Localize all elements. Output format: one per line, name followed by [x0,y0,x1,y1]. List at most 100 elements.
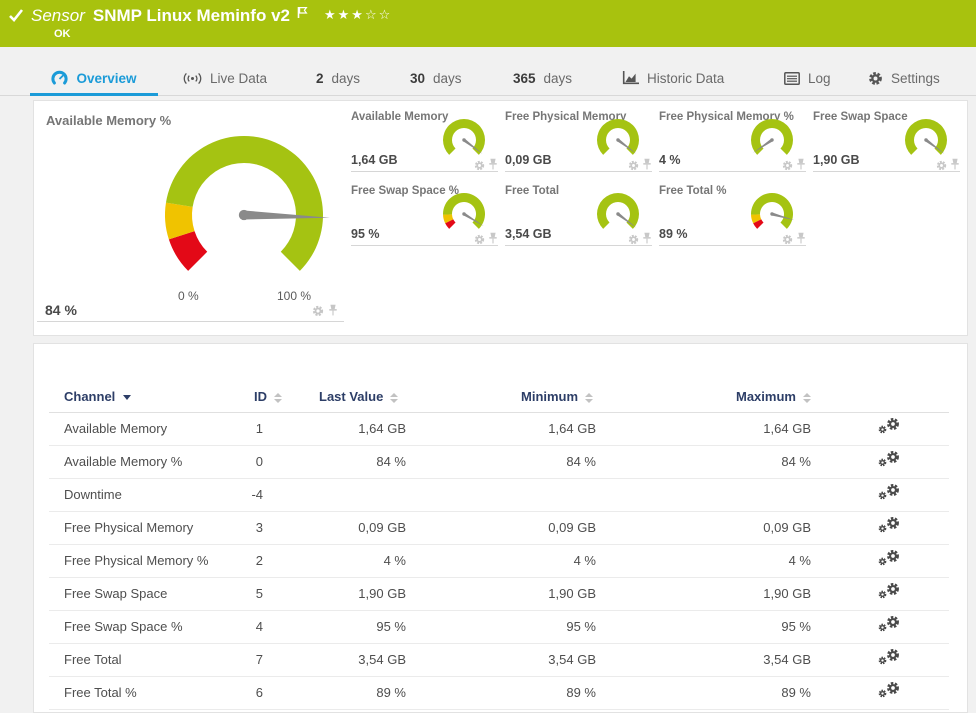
cell-maximum: 1,64 GB [611,412,826,446]
tab-2-days[interactable]: 2 days [316,60,360,96]
cell-last-value: 84 % [291,445,421,479]
gear-icon [878,590,887,599]
gauge-max-label: 100 % [277,289,312,303]
pin-icon [643,232,651,244]
column-header-minimum[interactable]: Minimum [421,382,611,413]
cell-actions [826,676,949,710]
gauge-pin-icon[interactable] [488,158,498,176]
gear-icon [887,616,899,628]
pin-icon [951,158,959,170]
gear-icon [878,491,887,500]
priority-stars[interactable]: ★★★☆☆ [324,8,392,23]
gauge-settings-icon[interactable] [782,232,793,250]
channel-settings-icon[interactable] [878,549,902,569]
column-header-id[interactable]: ID [246,382,291,413]
cell-minimum: 4 % [421,544,611,578]
tab-30-days[interactable]: 30 days [410,60,462,96]
gauge-free-physical-memory: Free Physical Memory 0,09 GB [505,111,652,172]
gauge-pin-icon[interactable] [796,232,806,250]
column-header-channel[interactable]: Channel [49,382,246,413]
gauge-graphic [751,119,793,155]
cell-minimum: 89 % [421,676,611,710]
cell-id: 0 [246,445,291,479]
tab-settings[interactable]: Settings [868,60,940,96]
tab-365-days[interactable]: 365 days [513,60,572,96]
main-gauge-graphic [165,136,330,271]
gear-icon [887,451,899,463]
tab-label: Historic Data [647,70,725,86]
channel-settings-icon[interactable] [878,582,902,602]
channel-settings-icon[interactable] [878,516,902,536]
cell-maximum [611,478,826,512]
cell-id: 5 [246,577,291,611]
cell-id: 1 [246,412,291,446]
gear-icon [312,305,324,317]
cell-minimum: 95 % [421,610,611,644]
cell-maximum: 3,54 GB [611,643,826,677]
sort-icon [802,392,811,403]
gauge-value: 1,90 GB [813,153,860,167]
sort-icon [390,392,399,403]
cell-actions [826,412,949,446]
column-label: Last Value [319,389,384,405]
pin-icon [489,158,497,170]
gauge-icon [51,70,69,86]
column-header-last-value[interactable]: Last Value [291,382,421,413]
sort-icon [274,392,282,403]
gauge-value: 0,09 GB [505,153,552,167]
gauge-settings-icon[interactable] [474,158,485,176]
tab-label: days [433,70,462,86]
gauge-value: 3,54 GB [505,227,552,241]
gauge-settings-icon[interactable] [628,158,639,176]
gauge-pin-icon[interactable] [328,304,338,322]
table-row: Available Memory % 0 84 % 84 % 84 % [49,445,949,479]
gauge-graphic [443,119,485,155]
gauge-available-memory: Available Memory 1,64 GB [351,111,498,172]
channel-settings-icon[interactable] [878,450,902,470]
stars-empty[interactable]: ☆☆ [365,8,392,23]
column-header-maximum[interactable]: Maximum [611,382,826,413]
gauge-settings-icon[interactable] [312,304,324,322]
stars-filled[interactable]: ★★★ [324,8,365,23]
cell-channel: Downtime [49,478,246,512]
cell-channel: Free Total [49,643,246,677]
gauge-pin-icon[interactable] [488,232,498,250]
gear-icon [878,557,887,566]
tab-live-data[interactable]: Live Data [183,60,267,96]
tab-overview[interactable]: Overview [30,60,158,96]
gear-icon [878,458,887,467]
gauge-settings-icon[interactable] [936,158,947,176]
channel-settings-icon[interactable] [878,648,902,668]
gear-icon [887,418,899,430]
channel-settings-icon[interactable] [878,615,902,635]
gauge-pin-icon[interactable] [642,158,652,176]
table-row: Free Swap Space % 4 95 % 95 % 95 % [49,610,949,644]
gauge-free-total: Free Total 3,54 GB [505,185,652,246]
gauge-pin-icon[interactable] [796,158,806,176]
cell-maximum: 4 % [611,544,826,578]
cell-maximum: 1,90 GB [611,577,826,611]
gauge-corner-icons [474,232,498,250]
channel-settings-icon[interactable] [878,417,902,437]
gauge-settings-icon[interactable] [474,232,485,250]
priority-flag-icon[interactable] [297,4,308,23]
tab-historic-data[interactable]: Historic Data [622,60,724,96]
gauge-available-memory-pct: Available Memory % 0 % 100 % 84 % [34,101,348,337]
channel-settings-icon[interactable] [878,681,902,701]
table-row: Free Physical Memory % 2 4 % 4 % 4 % [49,544,949,578]
tab-log[interactable]: Log [784,60,831,96]
gear-icon [878,656,887,665]
gauge-pin-icon[interactable] [642,232,652,250]
divider [37,321,344,322]
gear-icon [869,71,882,85]
table-row: Free Total % 6 89 % 89 % 89 % [49,676,949,710]
gear-icon [628,160,639,171]
gauge-pin-icon[interactable] [950,158,960,176]
gauge-settings-icon[interactable] [782,158,793,176]
tab-label: Live Data [210,70,268,86]
gauge-settings-icon[interactable] [628,232,639,250]
tab-label: Settings [891,70,940,86]
gauge-title: Available Memory % [46,113,172,128]
channel-settings-icon[interactable] [878,483,902,503]
cell-last-value: 1,90 GB [291,577,421,611]
